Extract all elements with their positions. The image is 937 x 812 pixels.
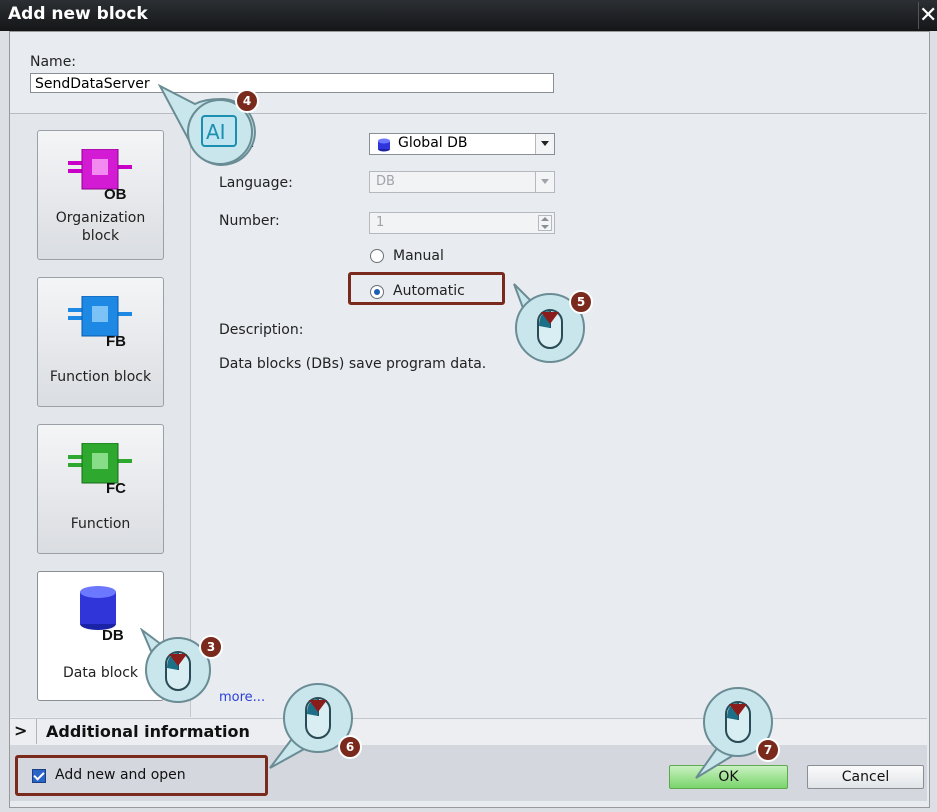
step-badge-3: 3: [199, 635, 223, 659]
fb-tag: FB: [106, 333, 126, 348]
db-tag: DB: [102, 627, 124, 644]
ob-tag: OB: [104, 186, 127, 201]
fc-tag: FC: [106, 480, 126, 495]
more-link[interactable]: more...: [219, 690, 265, 705]
dialog-title: Add new block: [8, 4, 148, 24]
function-block-icon: FB: [68, 296, 132, 348]
description-label: Description:: [219, 322, 304, 338]
svg-text:AI: AI: [206, 120, 226, 144]
function-icon: FC: [68, 443, 132, 495]
name-label: Name:: [30, 54, 77, 70]
cancel-button[interactable]: Cancel: [807, 765, 924, 789]
highlight-automatic: [348, 272, 505, 305]
close-icon[interactable]: ✕: [918, 2, 937, 29]
block-settings-panel: [191, 114, 927, 717]
tile-label-function: Function: [70, 516, 131, 532]
number-label: Number:: [219, 213, 280, 229]
highlight-add-new-and-open: [15, 755, 268, 796]
divider: [36, 719, 37, 744]
tile-organization-block[interactable]: OB Organization block: [37, 130, 164, 260]
type-value: Global DB: [398, 135, 468, 151]
chevron-right-icon[interactable]: >: [14, 721, 27, 740]
organization-block-icon: OB: [68, 149, 132, 201]
type-select[interactable]: Global DB: [369, 133, 555, 155]
tile-label-organization-block: Organization block: [55, 210, 146, 244]
data-block-icon: DB: [80, 586, 124, 644]
tile-function-block[interactable]: FB Function block: [37, 277, 164, 407]
step-badge-5: 5: [569, 290, 593, 314]
radio-manual[interactable]: [370, 249, 384, 263]
callout-mouse-ok: [695, 687, 773, 779]
tile-label-function-block: Function block: [49, 369, 152, 385]
chevron-down-icon[interactable]: [535, 134, 554, 154]
step-badge-4: 4: [235, 89, 259, 113]
language-select: DB: [369, 171, 555, 193]
description-text: Data blocks (DBs) save program data.: [219, 356, 487, 372]
dialog-titlebar: Add new block ✕: [0, 0, 937, 31]
radio-manual-label: Manual: [393, 248, 444, 264]
language-value: DB: [376, 174, 395, 189]
chevron-down-icon: [535, 172, 554, 192]
language-label: Language:: [219, 175, 293, 191]
additional-information-label: Additional information: [46, 722, 250, 741]
database-icon: [378, 138, 390, 152]
step-badge-6: 6: [338, 735, 362, 759]
name-input[interactable]: SendDataServer: [30, 73, 554, 93]
number-value: 1: [376, 215, 385, 230]
step-badge-7: 7: [756, 738, 780, 762]
stepper-arrows-icon: [538, 215, 552, 231]
tile-function[interactable]: FC Function: [37, 424, 164, 554]
number-stepper: 1: [369, 212, 555, 234]
